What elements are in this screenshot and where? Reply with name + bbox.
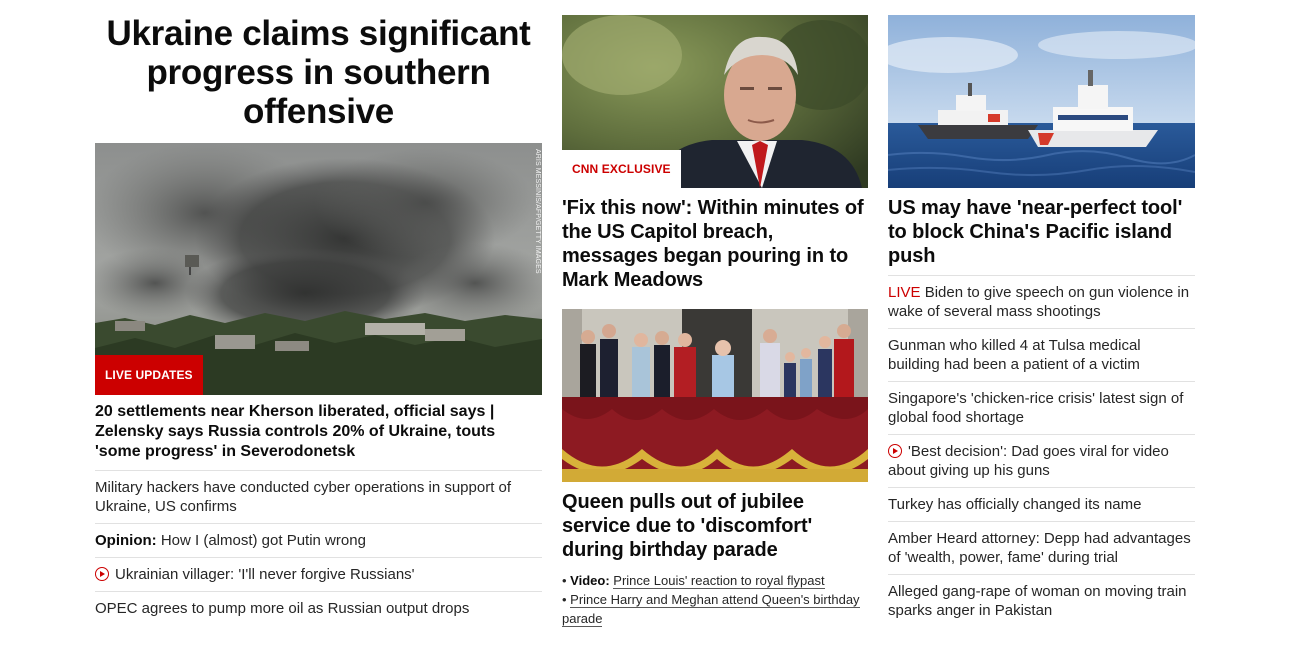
sub-link[interactable]: Prince Harry and Meghan attend Queen's b… xyxy=(562,592,860,627)
list-item[interactable]: Opinion: How I (almost) got Putin wrong xyxy=(95,524,542,558)
lead-story-link[interactable]: 20 settlements near Kherson liberated, o… xyxy=(95,403,495,460)
main-headline: Ukraine claims significant progress in s… xyxy=(95,14,542,131)
live-updates-badge: LIVE UPDATES xyxy=(95,355,203,395)
sub-link-item[interactable]: • Video: Prince Louis' reaction to royal… xyxy=(562,571,868,590)
china-pacific-story-link[interactable]: US may have 'near-perfect tool' to block… xyxy=(888,197,1182,267)
image-credit: ARIS MESSINIS/AFP/GETTY IMAGES xyxy=(534,149,541,274)
story-text: How I (almost) got Putin wrong xyxy=(160,532,366,549)
list-item[interactable]: 'Best decision': Dad goes viral for vide… xyxy=(888,435,1195,488)
play-video-icon xyxy=(95,567,109,581)
sub-link[interactable]: Prince Louis' reaction to royal flypast xyxy=(613,573,825,589)
story-link[interactable]: Singapore's 'chicken-rice crisis' latest… xyxy=(888,390,1183,426)
list-item[interactable]: Turkey has officially changed its name xyxy=(888,488,1195,522)
coast-guard-ships-image[interactable] xyxy=(888,15,1195,188)
queen-sub-links: • Video: Prince Louis' reaction to royal… xyxy=(562,571,868,628)
list-item[interactable]: Alleged gang-rape of woman on moving tra… xyxy=(888,575,1195,627)
story-link[interactable]: Opinion: How I (almost) got Putin wrong xyxy=(95,532,366,549)
story-link[interactable]: Alleged gang-rape of woman on moving tra… xyxy=(888,583,1187,619)
video-kicker: Video: xyxy=(570,573,610,588)
queen-story-title: Queen pulls out of jubilee service due t… xyxy=(562,490,868,562)
story-link[interactable]: Ukrainian villager: 'I'll never forgive … xyxy=(95,566,415,583)
china-pacific-story-title: US may have 'near-perfect tool' to block… xyxy=(888,196,1195,276)
meadows-story-title: 'Fix this now': Within minutes of the US… xyxy=(562,196,868,292)
related-stories-list: Military hackers have conducted cyber op… xyxy=(95,471,542,625)
meadows-story-link[interactable]: 'Fix this now': Within minutes of the US… xyxy=(562,197,864,291)
story-text: Ukrainian villager: 'I'll never forgive … xyxy=(115,566,415,583)
story-link[interactable]: 'Best decision': Dad goes viral for vide… xyxy=(888,443,1169,479)
opinion-kicker: Opinion: xyxy=(95,532,157,549)
story-link[interactable]: Military hackers have conducted cyber op… xyxy=(95,479,511,515)
list-item[interactable]: Ukrainian villager: 'I'll never forgive … xyxy=(95,558,542,592)
cnn-exclusive-badge: CNN EXCLUSIVE xyxy=(562,150,681,188)
live-kicker: LIVE xyxy=(888,284,921,301)
story-text: 'Best decision': Dad goes viral for vide… xyxy=(888,443,1169,479)
story-link[interactable]: LIVE Biden to give speech on gun violenc… xyxy=(888,284,1189,320)
play-video-icon xyxy=(888,444,902,458)
story-link[interactable]: OPEC agrees to pump more oil as Russian … xyxy=(95,600,469,617)
right-stories-list: LIVE Biden to give speech on gun violenc… xyxy=(888,276,1195,627)
list-item[interactable]: Amber Heard attorney: Depp had advantage… xyxy=(888,522,1195,575)
main-headline-link[interactable]: Ukraine claims significant progress in s… xyxy=(106,14,530,131)
story-link[interactable]: Gunman who killed 4 at Tulsa medical bui… xyxy=(888,337,1141,373)
top-story-column: Ukraine claims significant progress in s… xyxy=(95,0,542,625)
queen-balcony-photo xyxy=(562,309,868,482)
list-item[interactable]: Gunman who killed 4 at Tulsa medical bui… xyxy=(888,329,1195,382)
queen-story-link[interactable]: Queen pulls out of jubilee service due t… xyxy=(562,491,812,561)
lead-story-title: 20 settlements near Kherson liberated, o… xyxy=(95,402,542,471)
sub-link-item[interactable]: • Prince Harry and Meghan attend Queen's… xyxy=(562,590,868,628)
list-item[interactable]: Singapore's 'chicken-rice crisis' latest… xyxy=(888,382,1195,435)
story-link[interactable]: Turkey has officially changed its name xyxy=(888,496,1141,513)
story-link[interactable]: Amber Heard attorney: Depp had advantage… xyxy=(888,530,1191,566)
queen-balcony-image[interactable] xyxy=(562,309,868,482)
middle-column: CNN EXCLUSIVE 'Fix this now': Within min… xyxy=(562,0,868,628)
story-text: Biden to give speech on gun violence in … xyxy=(888,284,1190,320)
coast-guard-ships-photo xyxy=(888,15,1195,188)
list-item[interactable]: OPEC agrees to pump more oil as Russian … xyxy=(95,592,542,625)
list-item[interactable]: LIVE Biden to give speech on gun violenc… xyxy=(888,276,1195,329)
list-item[interactable]: Military hackers have conducted cyber op… xyxy=(95,471,542,524)
meadows-image[interactable]: CNN EXCLUSIVE xyxy=(562,15,868,188)
right-column: US may have 'near-perfect tool' to block… xyxy=(888,0,1195,627)
ukraine-smoke-image[interactable]: ARIS MESSINIS/AFP/GETTY IMAGES LIVE UPDA… xyxy=(95,143,542,395)
